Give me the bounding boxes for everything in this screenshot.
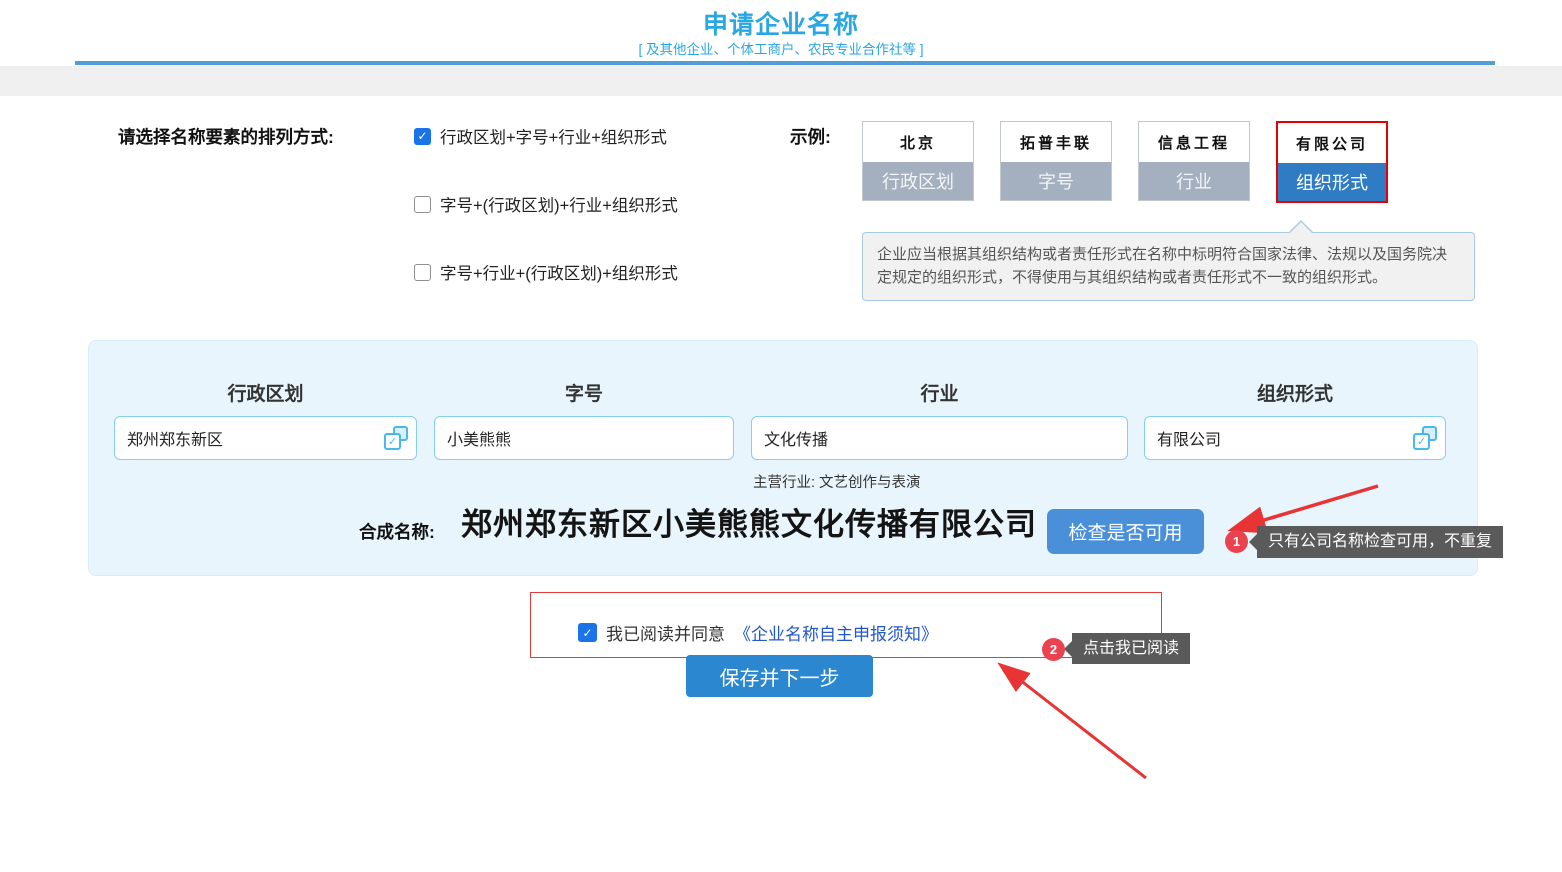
header-band [0,66,1562,96]
orgform-input[interactable] [1144,416,1446,460]
arrangement-option-1[interactable]: 行政区划+字号+行业+组织形式 [414,124,667,148]
arrangement-option-label: 行政区划+字号+行业+组织形式 [440,124,667,148]
example-name: 拓普丰联 [1001,122,1111,162]
agreement-checkbox[interactable] [578,623,597,642]
arrangement-option-label: 字号+行业+(行政区划)+组织形式 [440,260,678,284]
arrangement-option-2[interactable]: 字号+(行政区划)+行业+组织形式 [414,192,678,216]
example-category: 行政区划 [863,162,973,200]
column-header-region: 行政区划 [114,379,417,406]
tradename-field-wrap [434,416,734,460]
example-category: 组织形式 [1278,163,1386,201]
check-availability-button[interactable]: 检查是否可用 [1047,509,1204,554]
example-box-region: 北京 行政区划 [862,121,974,201]
enterprise-name-application-page: 申请企业名称 [ 及其他企业、个体工商户、农民专业合作社等 ] 请选择名称要素的… [0,0,1562,872]
example-category: 行业 [1139,162,1249,200]
annotation-tooltip-2: 点击我已阅读 [1072,633,1190,664]
annotation-tooltip-1: 只有公司名称检查可用，不重复 [1257,526,1503,558]
example-category: 字号 [1001,162,1111,200]
header-underline [75,61,1495,65]
orgform-note-box: 企业应当根据其组织结构或者责任形式在名称中标明符合国家法律、法规以及国务院决定规… [862,232,1475,301]
save-next-button[interactable]: 保存并下一步 [686,655,873,697]
column-header-orgform: 组织形式 [1144,379,1446,406]
agreement-text: 我已阅读并同意 [606,620,725,645]
column-header-industry: 行业 [751,379,1128,406]
checkbox-unchecked-icon[interactable] [414,264,431,281]
industry-input[interactable] [751,416,1128,460]
region-picker-icon[interactable] [384,426,408,450]
declaration-notice-link[interactable]: 《企业名称自主申报须知》 [734,620,938,645]
example-label: 示例: [790,124,831,149]
example-name: 信息工程 [1139,122,1249,162]
arrangement-option-3[interactable]: 字号+行业+(行政区划)+组织形式 [414,260,678,284]
example-name: 有限公司 [1278,123,1386,163]
agreement-row: 我已阅读并同意 《企业名称自主申报须知》 [578,620,938,645]
orgform-picker-icon[interactable] [1413,426,1437,450]
tradename-input[interactable] [434,416,734,460]
annotation-badge-1: 1 [1225,530,1248,553]
industry-field-wrap [751,416,1128,460]
annotation-badge-2: 2 [1042,638,1065,661]
composed-name-value: 郑州郑东新区小美熊熊文化传播有限公司 [461,499,1046,544]
main-industry-note: 主营行业: 文艺创作与表演 [753,471,921,492]
arrangement-label: 请选择名称要素的排列方式: [118,124,334,149]
orgform-field-wrap [1144,416,1446,460]
red-arrow-icon-2 [1002,666,1146,778]
orgform-note-text: 企业应当根据其组织结构或者责任形式在名称中标明符合国家法律、法规以及国务院决定规… [877,243,1460,290]
example-name: 北京 [863,122,973,162]
page-title: 申请企业名称 [0,5,1562,41]
example-box-tradename: 拓普丰联 字号 [1000,121,1112,201]
checkbox-checked-icon[interactable] [414,128,431,145]
arrangement-option-label: 字号+(行政区划)+行业+组织形式 [440,192,678,216]
example-box-orgform: 有限公司 组织形式 [1276,121,1388,203]
composed-name-label: 合成名称: [359,519,435,544]
example-box-industry: 信息工程 行业 [1138,121,1250,201]
region-input[interactable] [114,416,417,460]
checkbox-unchecked-icon[interactable] [414,196,431,213]
page-subtitle: [ 及其他企业、个体工商户、农民专业合作社等 ] [0,38,1562,58]
region-field-wrap [114,416,417,460]
column-header-tradename: 字号 [434,379,734,406]
